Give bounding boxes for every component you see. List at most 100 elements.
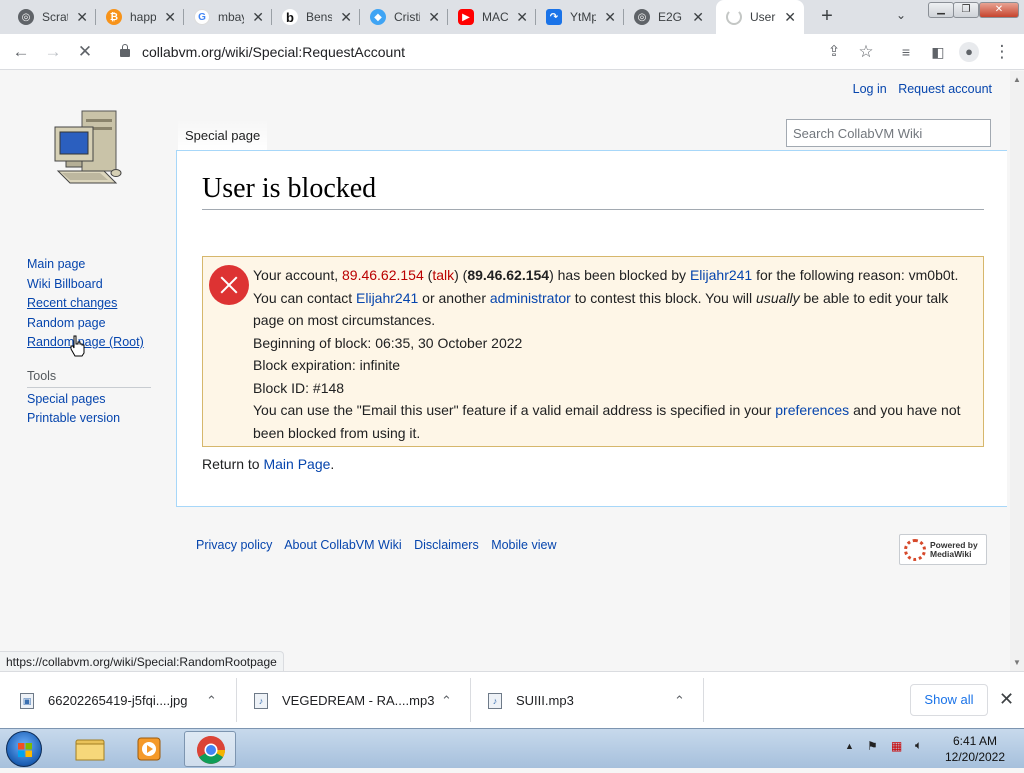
sidebar-item-random-page[interactable]: Random page — [27, 316, 151, 336]
error-x-icon — [209, 265, 249, 305]
taskbar-media-player[interactable] — [124, 731, 176, 767]
sidebar-item-recent-changes[interactable]: Recent changes — [27, 296, 151, 316]
tab-strip: ◎ Scratch ✕ ₿ happy ✕ G mbaye ✕ b Bensou… — [0, 0, 1024, 34]
profile-avatar-icon[interactable]: ● — [959, 42, 979, 62]
sidebar-item-main-page[interactable]: Main page — [27, 257, 151, 277]
chevron-up-icon[interactable]: ⌃ — [206, 693, 217, 709]
share-icon[interactable]: ⇪ — [824, 42, 844, 62]
block-notice-box: Your account, 89.46.62.154 (talk) (89.46… — [202, 256, 984, 447]
page-viewport: Log in Request account Main page Wiki Bi… — [0, 71, 1024, 671]
close-tab-icon[interactable]: ✕ — [784, 9, 796, 26]
download-item[interactable]: ▣ 66202265419-j5fqi....jpg ⌃ — [20, 672, 217, 729]
bookmark-star-icon[interactable]: ☆ — [856, 42, 876, 62]
download-filename: VEGEDREAM - RA....mp3 — [282, 693, 435, 708]
browser-tab-active[interactable]: User ✕ — [716, 0, 804, 34]
close-tab-icon[interactable]: ✕ — [76, 9, 88, 26]
mobile-view-link[interactable]: Mobile view — [491, 538, 556, 552]
preferences-link[interactable]: preferences — [775, 402, 849, 418]
login-link[interactable]: Log in — [853, 82, 887, 96]
main-page-link[interactable]: Main Page — [263, 456, 330, 472]
scroll-up-arrow-icon[interactable]: ▲ — [1013, 75, 1021, 84]
google-icon: G — [194, 9, 210, 25]
browser-tab[interactable]: b Bensound ✕ — [272, 0, 360, 34]
mediawiki-flower-icon — [904, 538, 926, 561]
tab-search-chevron-icon[interactable]: ⌄ — [896, 8, 906, 22]
taskbar-file-explorer[interactable] — [64, 731, 116, 767]
email-feature-line: You can use the "Email this user" featur… — [253, 402, 961, 441]
media-playlist-icon[interactable]: ≡ — [896, 42, 916, 62]
forward-arrow-icon[interactable]: → — [43, 42, 63, 62]
tab-special-page[interactable]: Special page — [178, 119, 268, 151]
close-tab-icon[interactable]: ✕ — [428, 9, 440, 26]
close-tab-icon[interactable]: ✕ — [164, 9, 176, 26]
minimize-window-button[interactable]: ▁ — [928, 2, 954, 18]
lock-icon[interactable] — [120, 44, 130, 57]
close-tab-icon[interactable]: ✕ — [692, 9, 704, 26]
browser-tab[interactable]: ▶ MAC ✕ — [448, 0, 536, 34]
url-text[interactable]: collabvm.org/wiki/Special:RequestAccount — [142, 44, 405, 60]
download-item[interactable]: ♪ SUIII.mp3 ⌃ — [488, 672, 685, 729]
download-item[interactable]: ♪ VEGEDREAM - RA....mp3 ⌃ — [254, 672, 452, 729]
show-hidden-icons-arrow[interactable]: ▲ — [845, 741, 854, 751]
stop-loading-icon[interactable]: ✕ — [75, 42, 95, 62]
disclaimers-link[interactable]: Disclaimers — [414, 538, 479, 552]
privacy-policy-link[interactable]: Privacy policy — [196, 538, 272, 552]
ip-address-bold: 89.46.62.154 — [467, 267, 550, 283]
block-expiry-line: Block expiration: infinite — [253, 357, 401, 373]
about-link[interactable]: About CollabVM Wiki — [284, 538, 401, 552]
show-all-downloads-button[interactable]: Show all — [910, 684, 988, 716]
vertical-scrollbar[interactable]: ▲ ▼ — [1010, 71, 1024, 671]
action-center-icon[interactable]: ⚑ — [867, 739, 878, 753]
taskbar-chrome[interactable] — [184, 731, 236, 767]
chevron-up-icon[interactable]: ⌃ — [441, 693, 452, 709]
volume-icon[interactable]: 🔈︎ — [915, 738, 922, 753]
close-window-button[interactable]: ✕ — [979, 2, 1019, 18]
browser-tab[interactable]: ↷ YtMp3 ✕ — [536, 0, 624, 34]
close-tab-icon[interactable]: ✕ — [604, 9, 616, 26]
sidebar-item-printable-version[interactable]: Printable version — [27, 411, 151, 431]
close-tab-icon[interactable]: ✕ — [252, 9, 264, 26]
sidebar-item-special-pages[interactable]: Special pages — [27, 392, 151, 412]
restore-window-button[interactable]: ❐ — [953, 2, 979, 18]
browser-tab[interactable]: ₿ happy ✕ — [96, 0, 184, 34]
browser-tab[interactable]: G mbaye ✕ — [184, 0, 272, 34]
back-arrow-icon[interactable]: ← — [11, 42, 31, 62]
blocker-user-link[interactable]: Elijahr241 — [690, 267, 752, 283]
ytmp3-icon: ↷ — [546, 9, 562, 25]
sidebar-tools-heading: Tools — [27, 369, 151, 388]
sidebar-item-random-page-root[interactable]: Random page (Root) — [27, 335, 151, 355]
close-tab-icon[interactable]: ✕ — [516, 9, 528, 26]
content-area: User is blocked Your account, 89.46.62.1… — [176, 150, 1007, 507]
blocker-user-link-2[interactable]: Elijahr241 — [356, 290, 418, 306]
network-error-icon[interactable]: ▦ — [891, 739, 902, 753]
close-tab-icon[interactable]: ✕ — [340, 9, 352, 26]
side-panel-icon[interactable]: ◧ — [928, 42, 948, 62]
browser-tab[interactable]: ◆ Cristiano ✕ — [360, 0, 448, 34]
tab-title: Cristiano — [394, 10, 420, 24]
ip-user-link[interactable]: 89.46.62.154 — [342, 267, 424, 283]
tab-title: happy — [130, 10, 156, 24]
tab-title: Bensound — [306, 10, 332, 24]
search-input[interactable]: Search CollabVM Wiki — [786, 119, 991, 147]
downloads-shelf: ▣ 66202265419-j5fqi....jpg ⌃ ♪ VEGEDREAM… — [0, 671, 1024, 728]
chevron-up-icon[interactable]: ⌃ — [674, 693, 685, 709]
collabvm-logo[interactable] — [52, 109, 124, 193]
scroll-down-arrow-icon[interactable]: ▼ — [1013, 658, 1021, 667]
talk-link[interactable]: talk — [432, 267, 454, 283]
administrator-link[interactable]: administrator — [490, 290, 571, 306]
request-account-link[interactable]: Request account — [898, 82, 992, 96]
more-menu-icon[interactable]: ⋮ — [992, 42, 1012, 62]
browser-tab[interactable]: ◎ E2G ✕ — [624, 0, 712, 34]
new-tab-button[interactable]: + — [816, 6, 838, 28]
close-downloads-icon[interactable]: ✕ — [999, 689, 1014, 710]
loading-icon — [726, 9, 742, 25]
start-button[interactable] — [6, 731, 42, 767]
sidebar-navigation: Main page Wiki Billboard Recent changes … — [27, 257, 151, 431]
sidebar-item-wiki-billboard[interactable]: Wiki Billboard — [27, 277, 151, 297]
browser-tab[interactable]: ◎ Scratch ✕ — [8, 0, 96, 34]
download-filename: SUIII.mp3 — [516, 693, 574, 708]
download-filename: 66202265419-j5fqi....jpg — [48, 693, 188, 708]
taskbar-clock[interactable]: 6:41 AM 12/20/2022 — [930, 733, 1020, 765]
address-bar[interactable]: collabvm.org/wiki/Special:RequestAccount — [108, 38, 888, 66]
powered-by-mediawiki-badge[interactable]: Powered by MediaWiki — [899, 534, 987, 565]
